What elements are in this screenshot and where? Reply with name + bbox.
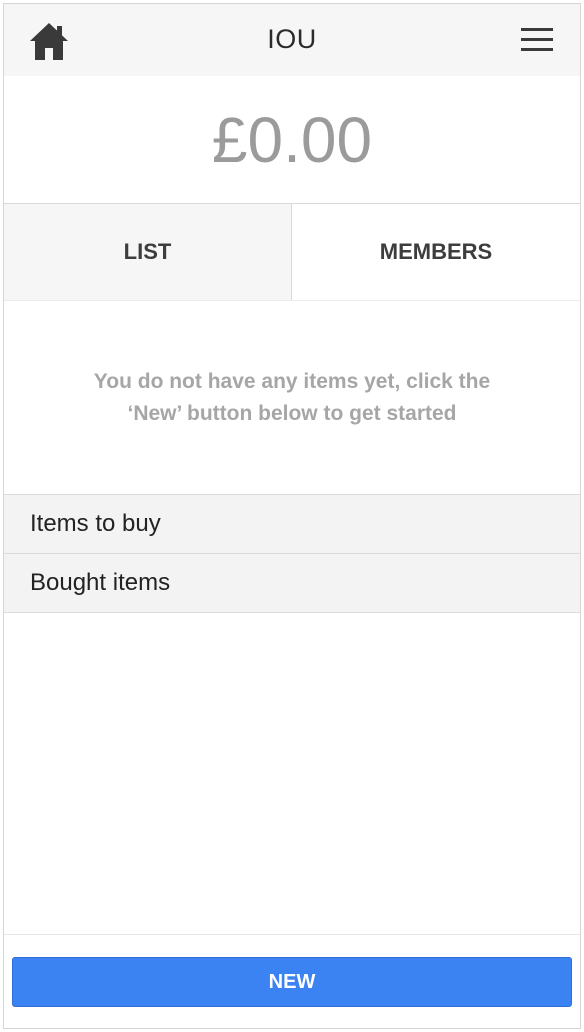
section-items-to-buy[interactable]: Items to buy bbox=[4, 494, 580, 554]
tab-bar: LIST MEMBERS bbox=[4, 203, 580, 301]
section-bought-items[interactable]: Bought items bbox=[4, 553, 580, 613]
new-button[interactable]: NEW bbox=[12, 957, 572, 1007]
app-screen: IOU £0.00 LIST MEMBERS You do not have a… bbox=[3, 3, 581, 1029]
hamburger-menu-icon[interactable] bbox=[520, 26, 556, 54]
empty-state-line-2: ‘New’ button below to get started bbox=[127, 402, 457, 425]
tab-members[interactable]: MEMBERS bbox=[292, 204, 580, 300]
empty-state-message: You do not have any items yet, click the… bbox=[44, 366, 540, 430]
page-title: IOU bbox=[267, 24, 317, 54]
footer-bar: NEW bbox=[4, 934, 580, 1028]
empty-state-line-1: You do not have any items yet, click the bbox=[93, 370, 491, 393]
app-header: IOU bbox=[4, 4, 580, 76]
balance-amount: £0.00 bbox=[211, 104, 373, 176]
tab-list[interactable]: LIST bbox=[4, 204, 292, 300]
